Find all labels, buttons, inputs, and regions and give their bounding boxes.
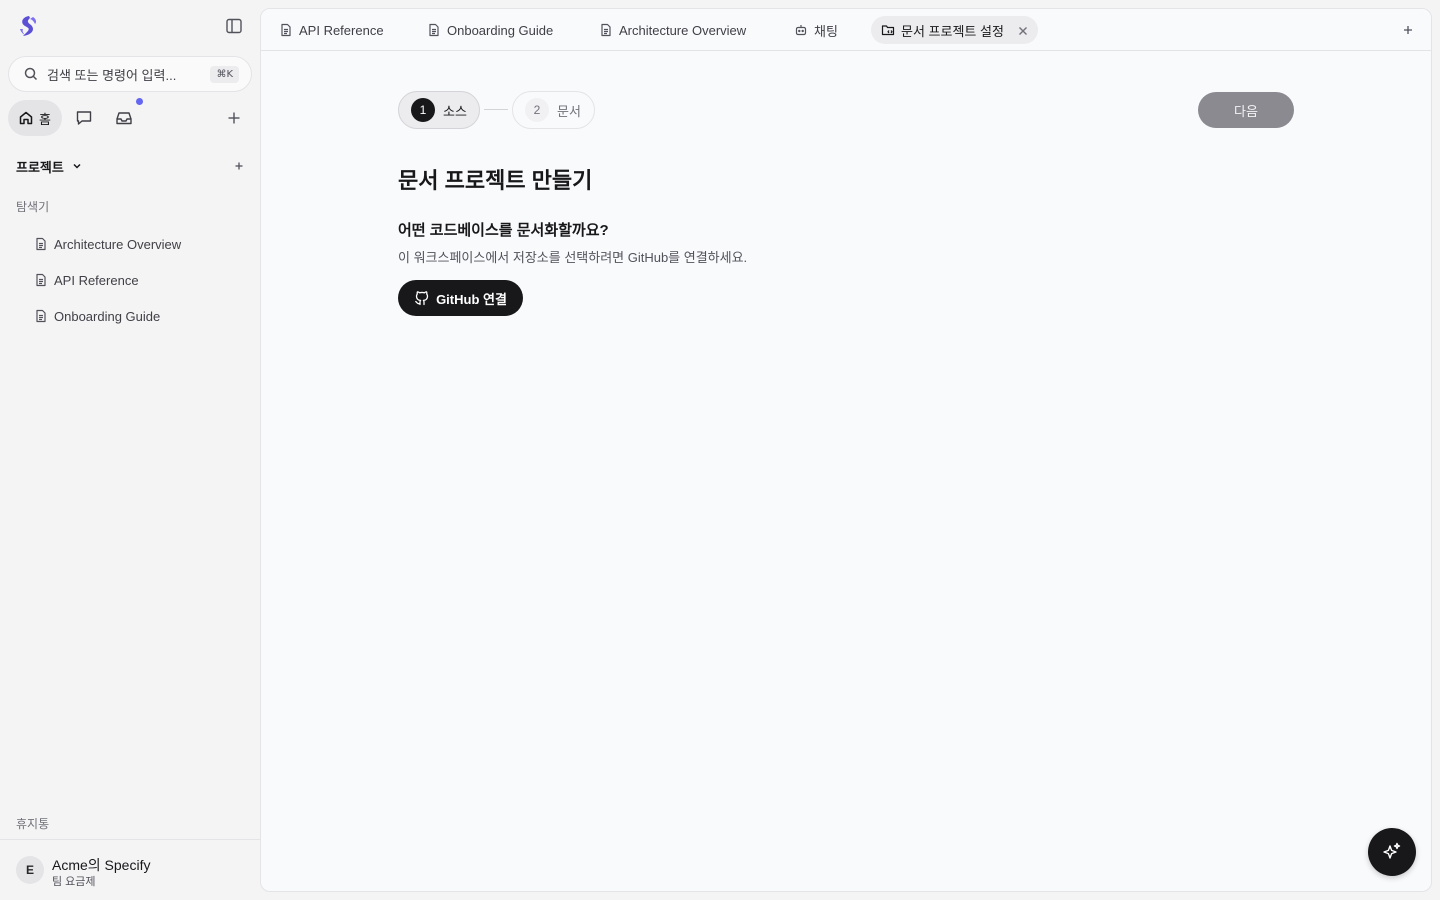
- sidebar-item-label: API Reference: [54, 272, 139, 288]
- main-panel: API Reference Onboarding Guide Architect…: [260, 8, 1432, 892]
- chat-icon[interactable]: [74, 108, 94, 128]
- tab-bar: API Reference Onboarding Guide Architect…: [261, 9, 1431, 51]
- document-icon: [34, 273, 48, 287]
- home-icon: [18, 110, 34, 126]
- projects-header: 프로젝트: [16, 156, 248, 176]
- search-placeholder: 검색 또는 명령어 입력...: [47, 67, 177, 83]
- ai-assistant-button[interactable]: [1368, 828, 1416, 876]
- step-connector: [484, 109, 508, 110]
- tab-label: Architecture Overview: [619, 22, 747, 38]
- nav-home-button[interactable]: 홈: [8, 100, 62, 136]
- document-icon: [279, 23, 293, 37]
- chevron-down-icon[interactable]: [70, 159, 84, 173]
- home-label: 홈: [39, 111, 51, 127]
- new-tab-icon[interactable]: [1401, 23, 1415, 37]
- sidebar-item-architecture-overview[interactable]: Architecture Overview: [34, 232, 181, 256]
- document-icon: [599, 23, 613, 37]
- notification-dot: [136, 98, 143, 105]
- add-project-icon[interactable]: [232, 159, 246, 173]
- tab-label: 문서 프로젝트 설정: [901, 23, 1004, 39]
- section-description: 이 워크스페이스에서 저장소를 선택하려면 GitHub를 연결하세요.: [398, 250, 748, 265]
- step-number: 1: [411, 98, 435, 122]
- section-question: 어떤 코드베이스를 문서화할까요?: [398, 222, 609, 239]
- tab-chat[interactable]: 채팅: [786, 16, 846, 44]
- inbox-icon[interactable]: [114, 108, 134, 128]
- next-button[interactable]: 다음: [1198, 92, 1294, 128]
- connect-github-button[interactable]: GitHub 연결: [398, 280, 523, 316]
- step-docs[interactable]: 2 문서: [512, 91, 595, 129]
- sidebar-toggle-icon[interactable]: [224, 16, 244, 36]
- step-number: 2: [525, 98, 549, 122]
- sidebar-divider: [0, 839, 260, 840]
- connect-github-label: GitHub 연결: [436, 291, 507, 307]
- shortcut-badge: ⌘K: [210, 65, 239, 83]
- tab-architecture-overview[interactable]: Architecture Overview: [591, 16, 754, 44]
- sidebar-item-label: Onboarding Guide: [54, 308, 161, 324]
- tab-label: API Reference: [299, 22, 384, 38]
- step-label: 소스: [443, 103, 467, 119]
- document-icon: [34, 309, 48, 323]
- tab-label: 채팅: [814, 23, 838, 39]
- document-icon: [427, 23, 441, 37]
- document-icon: [34, 237, 48, 251]
- tab-doc-project-settings[interactable]: 문서 프로젝트 설정: [871, 16, 1038, 44]
- search-input[interactable]: 검색 또는 명령어 입력... ⌘K: [8, 56, 252, 92]
- tab-api-reference[interactable]: API Reference: [271, 16, 392, 44]
- sparkles-icon: [1381, 841, 1403, 863]
- account-switcher[interactable]: E Acme의 Specify 팀 요금제: [16, 854, 252, 888]
- github-icon: [414, 290, 430, 306]
- trash-link[interactable]: 휴지통: [16, 815, 49, 832]
- close-icon[interactable]: [1016, 24, 1028, 36]
- sidebar: 검색 또는 명령어 입력... ⌘K 홈 프로젝트 탐색기 Architectu…: [0, 0, 260, 900]
- sidebar-item-api-reference[interactable]: API Reference: [34, 268, 139, 292]
- workspace-name: Acme의 Specify: [52, 857, 151, 873]
- tab-onboarding-guide[interactable]: Onboarding Guide: [419, 16, 561, 44]
- folder-code-icon: [881, 23, 895, 37]
- step-source[interactable]: 1 소스: [398, 91, 480, 129]
- projects-label[interactable]: 프로젝트: [16, 157, 64, 176]
- add-icon[interactable]: [224, 108, 244, 128]
- explorer-label: 탐색기: [16, 200, 50, 214]
- bot-icon: [794, 23, 808, 37]
- search-icon: [23, 66, 39, 82]
- sidebar-item-onboarding-guide[interactable]: Onboarding Guide: [34, 304, 160, 328]
- sidebar-item-label: Architecture Overview: [54, 236, 182, 252]
- page-title: 문서 프로젝트 만들기: [398, 168, 593, 193]
- app-logo[interactable]: [16, 14, 40, 38]
- step-label: 문서: [557, 103, 581, 119]
- primary-nav: 홈: [8, 98, 252, 136]
- plan-label: 팀 요금제: [52, 876, 96, 888]
- avatar: E: [16, 856, 44, 884]
- tab-label: Onboarding Guide: [447, 22, 554, 38]
